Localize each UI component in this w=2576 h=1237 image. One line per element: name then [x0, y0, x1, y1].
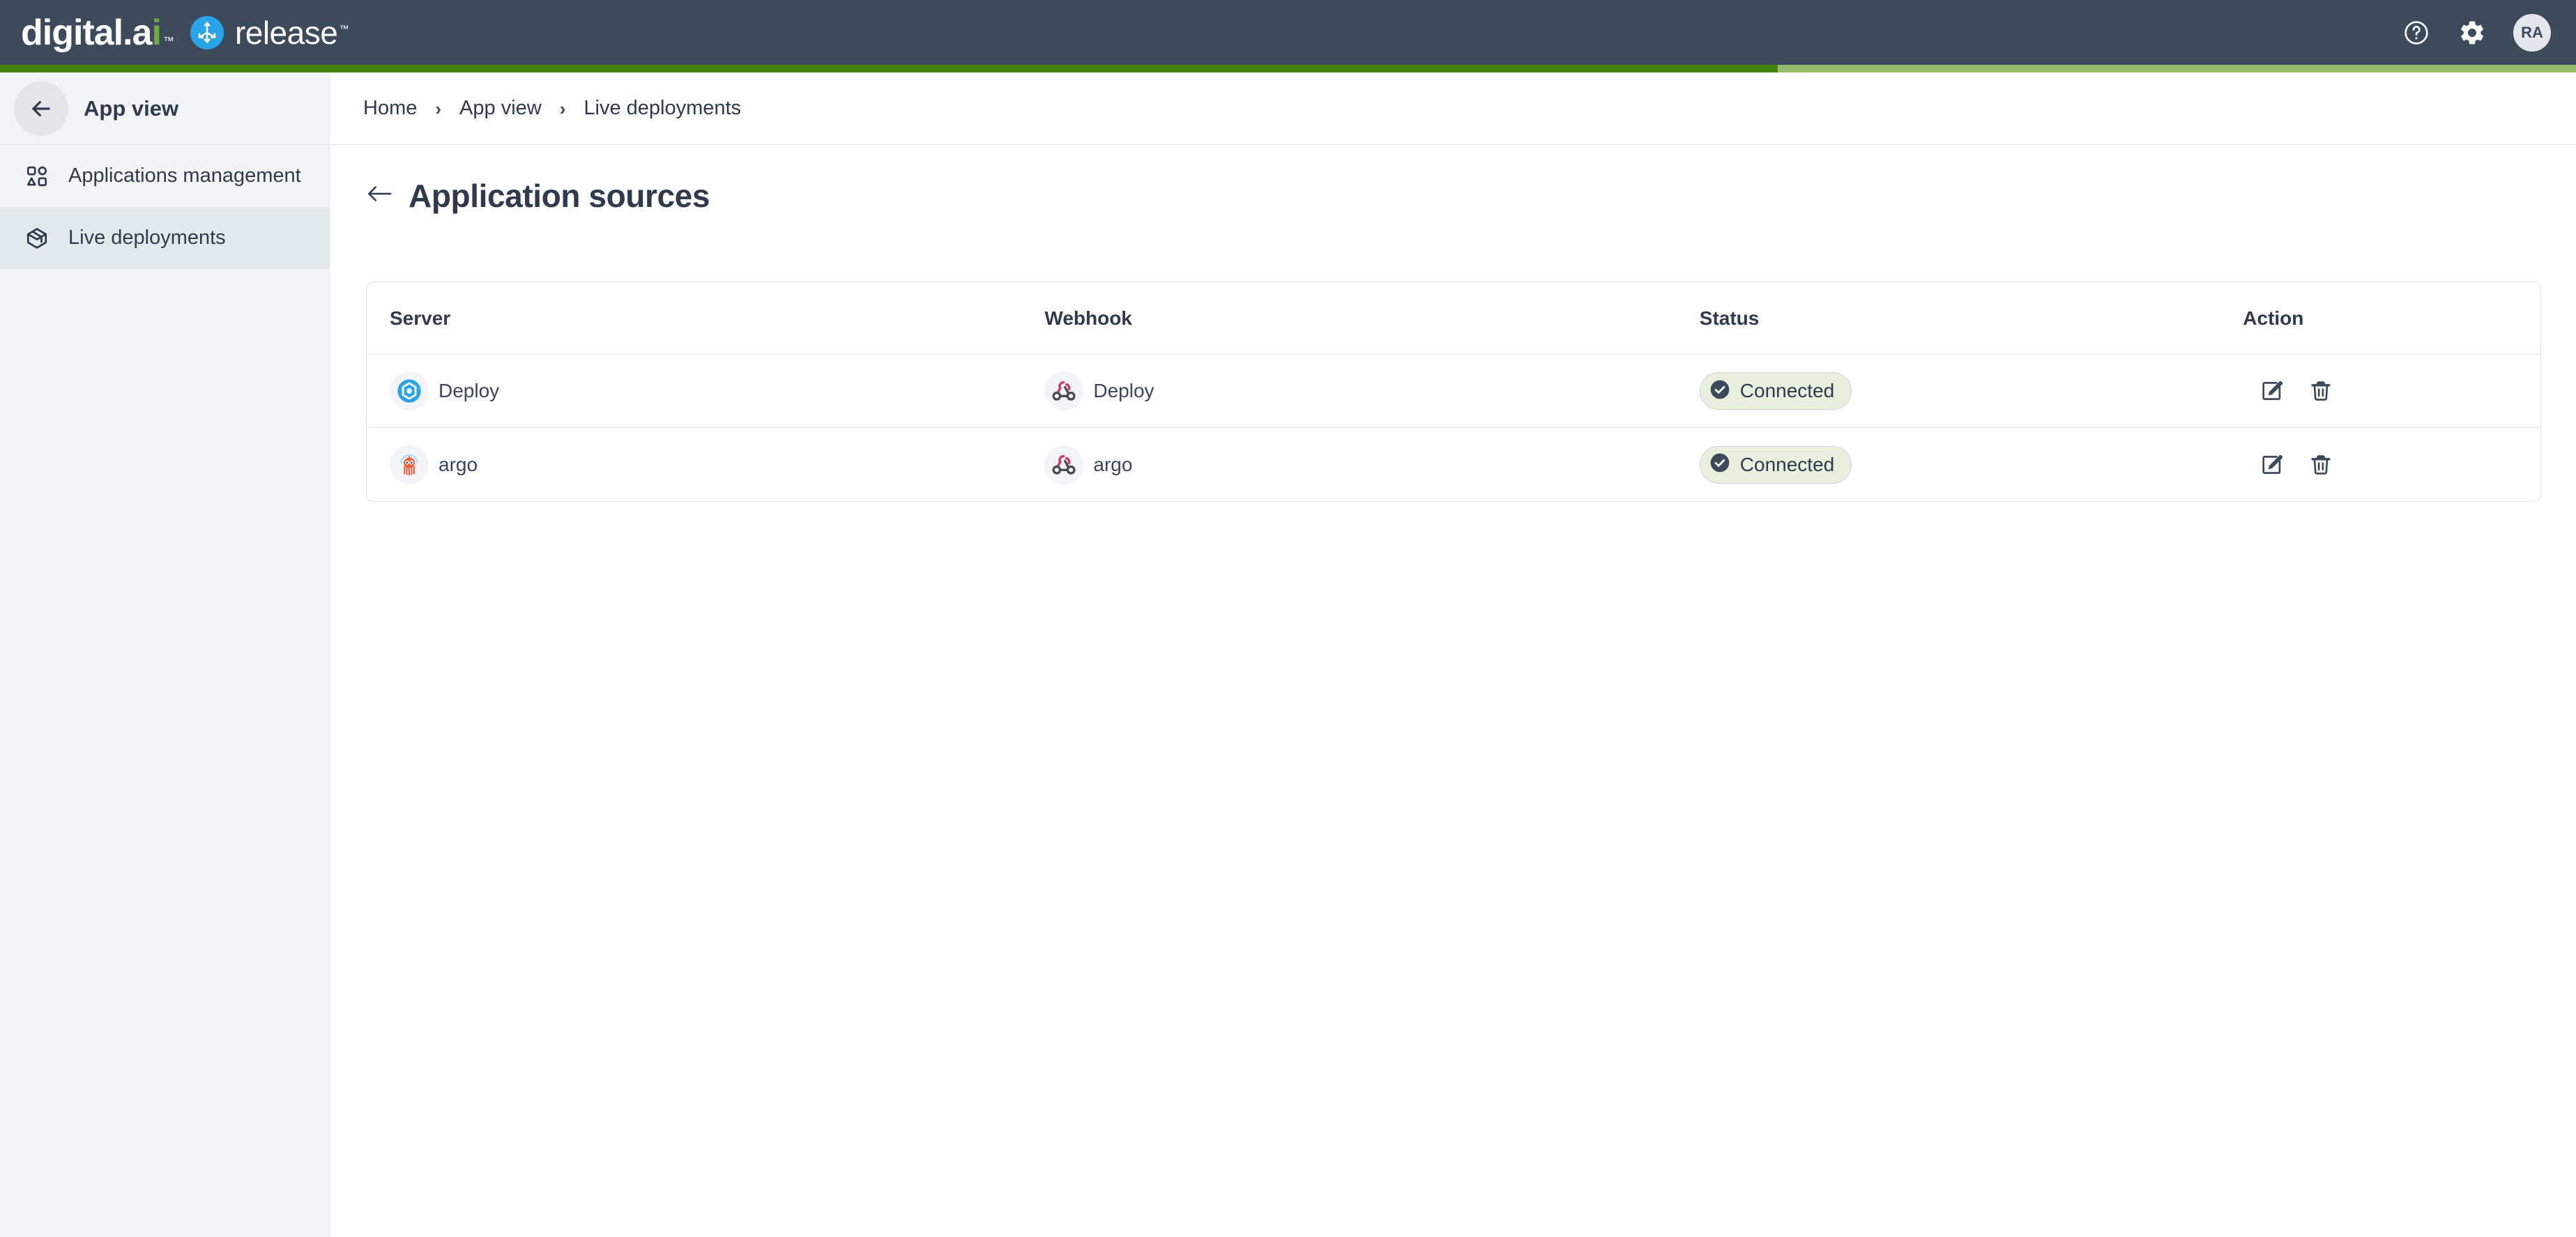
digitalai-wordmark: digital.a i ™ — [21, 12, 174, 54]
sidebar-item-label: Applications management — [68, 164, 301, 187]
sidebar: App view Applications management Live de… — [0, 72, 330, 1237]
breadcrumb: Home › App view › Live deployments — [330, 72, 2576, 145]
breadcrumb-separator: › — [435, 98, 442, 119]
column-header-status: Status — [1699, 307, 1760, 329]
sidebar-item-label: Live deployments — [68, 226, 226, 249]
help-circle-icon[interactable] — [2402, 18, 2431, 47]
table-row: Deploy Deploy Connected — [367, 355, 2540, 428]
page-title-row: Application sources — [330, 145, 2576, 215]
check-circle-icon — [1709, 452, 1731, 477]
sidebar-item-live-deployments[interactable]: Live deployments — [0, 207, 329, 269]
delete-button[interactable] — [2308, 452, 2334, 478]
breadcrumb-item-live-deployments[interactable]: Live deployments — [584, 97, 741, 120]
cell-action — [2220, 378, 2540, 404]
status-badge: Connected — [1699, 445, 1852, 484]
sidebar-header-label: App view — [84, 95, 179, 121]
cell-action — [2220, 452, 2540, 478]
cell-webhook: argo — [1021, 445, 1676, 484]
avatar[interactable]: RA — [2513, 13, 2551, 52]
page-title: Application sources — [409, 178, 710, 214]
delete-button[interactable] — [2308, 378, 2334, 404]
release-text: release ™ — [234, 14, 349, 51]
release-wordmark: release ™ — [190, 14, 349, 52]
check-circle-icon — [1709, 378, 1731, 404]
webhook-name: Deploy — [1093, 380, 1154, 401]
breadcrumb-item-app-view[interactable]: App view — [459, 97, 542, 120]
webhook-icon — [1044, 371, 1084, 410]
main-content: Application sources Server Webhook Statu… — [330, 145, 2576, 1237]
server-name: argo — [439, 453, 478, 475]
top-navbar: digital.a i ™ release ™ RA — [0, 0, 2576, 65]
column-header-server: Server — [390, 307, 451, 329]
cell-server: Deploy — [367, 371, 1021, 410]
status-badge: Connected — [1699, 372, 1852, 410]
sidebar-item-applications-management[interactable]: Applications management — [0, 145, 329, 207]
table-row: argo argo Connected — [367, 428, 2540, 501]
webhook-icon — [1044, 445, 1084, 484]
edit-button[interactable] — [2259, 452, 2285, 478]
column-header-action: Action — [2243, 307, 2304, 329]
application-sources-table: Server Webhook Status Action Deploy Depl… — [366, 282, 2541, 502]
digitalai-trademark: ™ — [162, 35, 174, 47]
status-label: Connected — [1739, 453, 1835, 475]
breadcrumb-item-home[interactable]: Home — [363, 97, 417, 120]
breadcrumb-separator: › — [559, 98, 566, 119]
avatar-initials: RA — [2521, 23, 2543, 41]
brand-logo[interactable]: digital.a i ™ release ™ — [0, 12, 349, 54]
server-name: Deploy — [439, 380, 500, 401]
navbar-actions: RA — [2402, 13, 2576, 52]
table-header-row: Server Webhook Status Action — [367, 282, 2540, 355]
shapes-grid-icon — [24, 163, 50, 190]
gear-icon[interactable] — [2457, 18, 2487, 47]
cell-webhook: Deploy — [1021, 371, 1676, 410]
digitalai-wordmark-tail: i — [151, 12, 161, 53]
page-load-progressbar-fill — [0, 65, 1778, 72]
page-load-progressbar — [0, 65, 2576, 72]
cell-status: Connected — [1677, 372, 2220, 410]
argo-octopus-icon — [390, 445, 429, 484]
package-box-icon — [24, 225, 50, 252]
deploy-logo-icon — [390, 371, 429, 410]
webhook-name: argo — [1093, 453, 1133, 475]
status-label: Connected — [1739, 380, 1835, 401]
cell-server: argo — [367, 445, 1021, 484]
page-back-button[interactable] — [365, 180, 393, 211]
sidebar-back-button[interactable] — [14, 81, 68, 136]
digitalai-wordmark-text: digital.a — [21, 12, 152, 53]
edit-button[interactable] — [2259, 378, 2285, 404]
cell-status: Connected — [1677, 445, 2220, 484]
sidebar-header: App view — [0, 72, 329, 145]
release-cube-icon — [190, 15, 224, 49]
column-header-webhook: Webhook — [1044, 307, 1132, 329]
